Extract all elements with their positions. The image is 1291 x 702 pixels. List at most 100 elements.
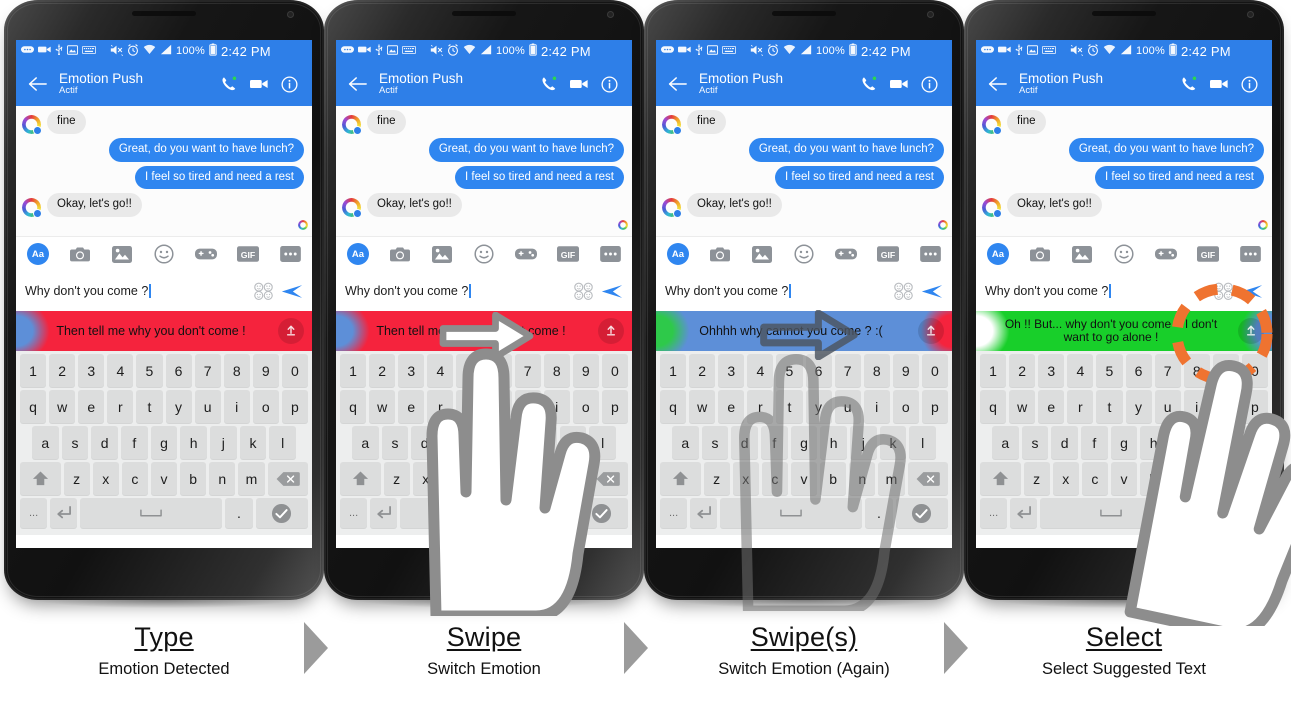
key-w[interactable]: w xyxy=(689,390,716,423)
video-call-icon[interactable] xyxy=(244,78,274,90)
shift-icon[interactable] xyxy=(660,462,701,495)
space-key[interactable] xyxy=(80,498,223,528)
on-screen-keyboard[interactable]: 1234567890 qwertyuiop asdfghjkl zxcvbnm … xyxy=(976,351,1272,535)
key-6[interactable]: 6 xyxy=(1125,354,1152,387)
phone-call-icon[interactable] xyxy=(854,76,884,92)
backspace-icon[interactable] xyxy=(267,462,309,495)
gif-icon[interactable]: GIF xyxy=(557,243,579,265)
emotion-suggestion-bar[interactable]: Then tell me why you don't come ! xyxy=(336,311,632,351)
key-c[interactable]: c xyxy=(121,462,148,495)
key-n[interactable]: n xyxy=(849,462,876,495)
key-m[interactable]: m xyxy=(558,462,585,495)
on-screen-keyboard[interactable]: 1234567890 qwertyuiop asdfghjkl zxcvbnm … xyxy=(656,351,952,535)
key-t[interactable]: t xyxy=(136,390,163,423)
enter-icon[interactable] xyxy=(690,498,718,528)
message-bubble-incoming[interactable]: Okay, let's go!! xyxy=(1007,193,1102,218)
shift-icon[interactable] xyxy=(980,462,1021,495)
key-v[interactable]: v xyxy=(1110,462,1138,495)
back-arrow-icon[interactable] xyxy=(24,76,50,92)
key-r[interactable]: r xyxy=(1067,390,1094,423)
key-k[interactable]: k xyxy=(879,426,907,459)
shift-icon[interactable] xyxy=(20,462,61,495)
suggestion-send-button[interactable] xyxy=(918,318,944,344)
message-input[interactable]: Why don't you come ? xyxy=(985,284,1205,298)
photo-icon[interactable] xyxy=(431,243,453,265)
key-4[interactable]: 4 xyxy=(107,354,134,387)
key-g[interactable]: g xyxy=(470,426,498,459)
key-0[interactable]: 0 xyxy=(281,354,308,387)
message-input[interactable]: Why don't you come ? xyxy=(25,284,245,298)
key-z[interactable]: z xyxy=(1023,462,1050,495)
key-5[interactable]: 5 xyxy=(1096,354,1123,387)
key-b[interactable]: b xyxy=(500,462,527,495)
key-u[interactable]: u xyxy=(194,390,221,423)
message-bubble-incoming[interactable]: Okay, let's go!! xyxy=(367,193,462,218)
key-t[interactable]: t xyxy=(456,390,483,423)
key-p[interactable]: p xyxy=(921,390,948,423)
phone-screen[interactable]: 100% 2:42 PM Emotion Push Actif fine Gre… xyxy=(976,40,1272,548)
gamepad-icon[interactable] xyxy=(1155,243,1177,265)
conversation-thread[interactable]: fine Great, do you want to have lunch? I… xyxy=(656,106,952,236)
key-7[interactable]: 7 xyxy=(1154,354,1181,387)
panel-type[interactable]: 100% 2:42 PM Emotion Push Actif fine Gre… xyxy=(4,0,324,600)
symbols-key[interactable]: ... xyxy=(980,498,1008,528)
key-a[interactable]: a xyxy=(351,426,379,459)
message-input[interactable]: Why don't you come ? xyxy=(665,284,885,298)
period-key[interactable]: . xyxy=(225,498,253,528)
key-n[interactable]: n xyxy=(1169,462,1196,495)
backspace-icon[interactable] xyxy=(587,462,629,495)
emotion-suggestion-bar[interactable]: Oh !! But... why don't you come ~ I don'… xyxy=(976,311,1272,351)
back-arrow-icon[interactable] xyxy=(984,76,1010,92)
key-8[interactable]: 8 xyxy=(543,354,570,387)
key-b[interactable]: b xyxy=(180,462,207,495)
panel-select[interactable]: 100% 2:42 PM Emotion Push Actif fine Gre… xyxy=(964,0,1284,600)
key-p[interactable]: p xyxy=(281,390,308,423)
key-o[interactable]: o xyxy=(252,390,279,423)
send-icon[interactable] xyxy=(601,280,623,302)
key-b[interactable]: b xyxy=(820,462,847,495)
photo-icon[interactable] xyxy=(1071,243,1093,265)
backspace-icon[interactable] xyxy=(1227,462,1269,495)
phone-screen[interactable]: 100% 2:42 PM Emotion Push Actif fine Gre… xyxy=(16,40,312,548)
key-5[interactable]: 5 xyxy=(456,354,483,387)
key-6[interactable]: 6 xyxy=(165,354,192,387)
key-7[interactable]: 7 xyxy=(834,354,861,387)
key-a[interactable]: a xyxy=(991,426,1019,459)
key-j[interactable]: j xyxy=(210,426,237,459)
key-x[interactable]: x xyxy=(732,462,759,495)
message-bubble-incoming[interactable]: fine xyxy=(367,110,406,134)
camera-icon[interactable] xyxy=(1029,243,1051,265)
key-q[interactable]: q xyxy=(660,390,687,423)
key-g[interactable]: g xyxy=(790,426,818,459)
enter-icon[interactable] xyxy=(1010,498,1038,528)
message-input-row[interactable]: Why don't you come ? xyxy=(16,271,312,311)
key-w[interactable]: w xyxy=(49,390,76,423)
key-6[interactable]: 6 xyxy=(805,354,832,387)
key-s[interactable]: s xyxy=(1021,426,1049,459)
send-icon[interactable] xyxy=(921,280,943,302)
key-z[interactable]: z xyxy=(703,462,730,495)
key-j[interactable]: j xyxy=(530,426,557,459)
key-0[interactable]: 0 xyxy=(601,354,628,387)
key-3[interactable]: 3 xyxy=(1038,354,1065,387)
gamepad-icon[interactable] xyxy=(515,243,537,265)
photo-icon[interactable] xyxy=(751,243,773,265)
key-1[interactable]: 1 xyxy=(660,354,687,387)
key-s[interactable]: s xyxy=(701,426,729,459)
key-h[interactable]: h xyxy=(180,426,208,459)
send-icon[interactable] xyxy=(281,280,303,302)
key-x[interactable]: x xyxy=(412,462,439,495)
suggestion-send-button[interactable] xyxy=(278,318,304,344)
key-i[interactable]: i xyxy=(543,390,570,423)
more-icon[interactable] xyxy=(1239,243,1261,265)
text-format-button[interactable]: Aa xyxy=(667,243,689,265)
key-i[interactable]: i xyxy=(223,390,250,423)
photo-icon[interactable] xyxy=(111,243,133,265)
done-check-icon[interactable] xyxy=(1215,498,1268,528)
gif-icon[interactable]: GIF xyxy=(1197,243,1219,265)
gif-icon[interactable]: GIF xyxy=(237,243,259,265)
space-key[interactable] xyxy=(1040,498,1183,528)
key-d[interactable]: d xyxy=(411,426,438,459)
info-icon[interactable] xyxy=(594,75,624,93)
sticker-icon[interactable] xyxy=(892,280,914,302)
